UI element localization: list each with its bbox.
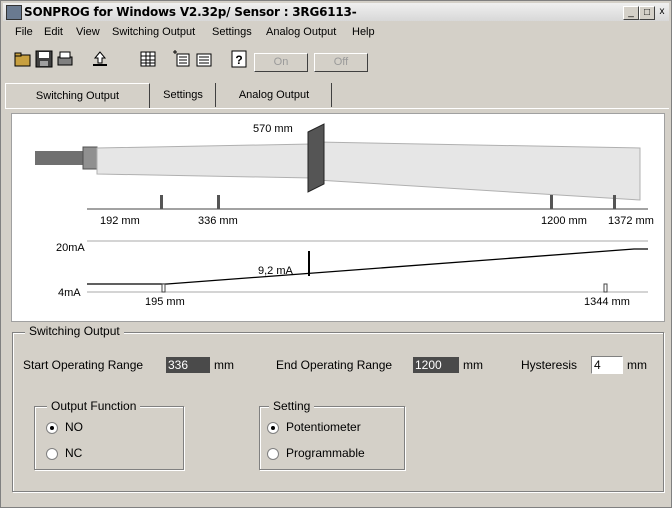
analog-end-label: 1344 mm [584,296,630,308]
svg-text:?: ? [235,53,242,67]
app-window: SONPROG for Windows V2.32p/ Sensor : 3RG… [0,0,672,508]
toolbar: ? On Off [3,46,669,72]
open-icon[interactable] [13,49,33,69]
hysteresis-input[interactable]: 4 [591,356,623,374]
export-icon[interactable] [194,49,214,69]
menu-file[interactable]: File [15,26,33,38]
setting-group [259,406,405,470]
label-336: 336 mm [198,215,238,227]
output-function-title: Output Function [47,399,141,413]
tab-divider [5,108,669,109]
hysteresis-label: Hysteresis [521,358,578,372]
output-function-group [34,406,184,470]
radio-potentiometer[interactable] [267,422,279,434]
target-plate [307,123,325,193]
marker-336 [217,195,220,209]
menu-settings[interactable]: Settings [212,26,252,38]
save-icon[interactable] [34,49,54,69]
radio-nc[interactable] [46,448,58,460]
analog-curve [87,248,648,285]
off-button[interactable]: Off [314,53,368,72]
analog-start-marker [161,283,166,293]
menu-view[interactable]: View [76,26,100,38]
menu-switching-output[interactable]: Switching Output [112,26,195,38]
menu-analog-output[interactable]: Analog Output [266,26,336,38]
marker-1200 [550,195,553,209]
maximize-button[interactable]: □ [639,6,655,20]
app-icon [6,5,22,20]
sensor-graph: 570 mm 192 mm 336 mm 1200 mm 1372 mm 20m… [11,113,665,322]
start-range-label: Start Operating Range [23,358,144,372]
tab-bar: Switching Output Settings Analog Output [5,83,669,109]
minimize-button[interactable]: _ [623,6,639,20]
table-icon[interactable] [138,49,158,69]
label-1200: 1200 mm [541,215,587,227]
analog-high-label: 20mA [56,242,85,254]
on-button[interactable]: On [254,53,308,72]
analog-end-marker [603,283,608,293]
radio-no-label: NO [65,420,83,434]
menu-help[interactable]: Help [352,26,375,38]
switching-output-title: Switching Output [25,324,124,338]
radio-potentiometer-label: Potentiometer [286,420,361,434]
sensor-nut [82,146,98,170]
target-distance-label: 570 mm [253,123,293,135]
marker-192 [160,195,163,209]
end-range-label: End Operating Range [276,358,393,372]
start-range-unit: mm [214,358,234,372]
sensor-thread [35,151,85,165]
help-icon[interactable]: ? [229,49,249,69]
tab-settings[interactable]: Settings [151,83,216,107]
analog-start-label: 195 mm [145,296,185,308]
setting-title: Setting [269,399,315,413]
radio-programmable[interactable] [267,448,279,460]
tab-analog-output[interactable]: Analog Output [217,83,332,107]
radio-nc-label: NC [65,446,83,460]
analog-low-label: 4mA [58,287,81,299]
close-button[interactable]: x [655,6,669,18]
end-range-input[interactable]: 1200 [413,357,459,373]
tab-switching-output[interactable]: Switching Output [5,83,150,109]
beam-cone-near [96,143,313,179]
radio-no[interactable] [46,422,58,434]
print-icon[interactable] [55,49,75,69]
sensor-graph-svg: 570 mm 192 mm 336 mm 1200 mm 1372 mm 20m… [35,123,654,308]
label-192: 192 mm [100,215,140,227]
hysteresis-unit: mm [627,358,647,372]
menu-bar: File Edit View Switching Output Settings… [3,23,669,41]
end-range-unit: mm [463,358,483,372]
analog-current-label: 9,2 mA [258,265,294,277]
title-bar: SONPROG for Windows V2.32p/ Sensor : 3RG… [3,3,669,21]
label-1372: 1372 mm [608,215,654,227]
window-title: SONPROG for Windows V2.32p/ Sensor : 3RG… [24,5,357,19]
start-range-input[interactable]: 336 [166,357,210,373]
menu-edit[interactable]: Edit [44,26,63,38]
beam-cone-far [316,141,641,201]
marker-1372 [613,195,616,209]
import-icon[interactable] [171,49,191,69]
upload-icon[interactable] [90,49,110,69]
radio-programmable-label: Programmable [286,446,365,460]
